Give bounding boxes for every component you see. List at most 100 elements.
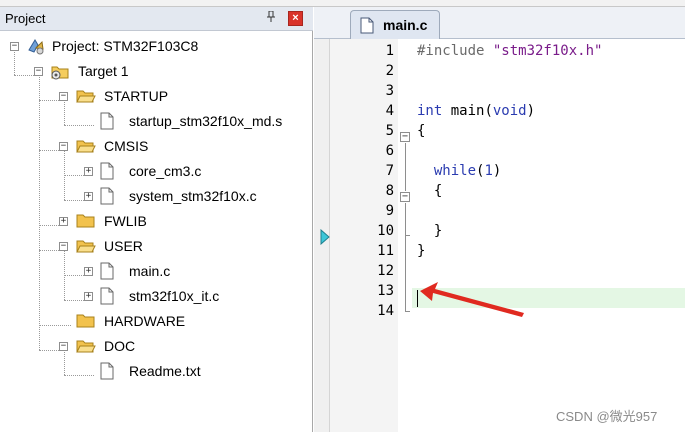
- pin-icon[interactable]: [266, 10, 276, 26]
- code-line-7: while(1): [417, 163, 501, 179]
- tree-label-group: CMSIS: [104, 138, 149, 154]
- line-number: 4: [385, 103, 394, 119]
- fold-end-tick: [405, 311, 410, 312]
- tree-label-group: DOC: [104, 338, 136, 354]
- collapse-toggle[interactable]: −: [59, 242, 68, 251]
- keyword-token: int: [417, 103, 443, 119]
- code-line-10: }: [417, 223, 442, 239]
- tree-label-group: STARTUP: [104, 88, 169, 104]
- file-icon: [99, 162, 115, 185]
- number-token: 1: [484, 163, 493, 179]
- collapse-toggle[interactable]: −: [10, 42, 19, 51]
- tree-label-file: startup_stm32f10x_md.s: [129, 113, 283, 129]
- code-line-5: {: [417, 123, 426, 139]
- collapse-toggle[interactable]: −: [59, 92, 68, 101]
- execution-marker-icon: [320, 229, 330, 245]
- code-token: main(: [442, 103, 493, 119]
- preprocessor-token: #include: [417, 43, 493, 59]
- line-number: 13: [377, 283, 394, 299]
- line-number: 12: [377, 263, 394, 279]
- line-number: 1: [385, 43, 394, 59]
- line-number: 10: [377, 223, 394, 239]
- keyword-token: void: [492, 103, 527, 119]
- tree-item-group-doc[interactable]: − DOC: [0, 335, 300, 357]
- folder-open-icon: [76, 238, 96, 259]
- tree-item-group-startup[interactable]: − STARTUP: [0, 85, 300, 107]
- tree-label-project: Project: STM32F103C8: [52, 38, 199, 54]
- code-line-4: int main(void): [417, 103, 535, 119]
- tree-label-group: USER: [104, 238, 143, 254]
- file-icon: [99, 187, 115, 210]
- fold-margin: − −: [398, 39, 412, 432]
- tree-item-file[interactable]: + system_stm32f10x.c: [0, 185, 300, 207]
- tree-item-target[interactable]: − Target 1: [0, 60, 300, 82]
- tree-item-group-user[interactable]: − USER: [0, 235, 300, 257]
- folder-closed-icon: [76, 213, 96, 234]
- editor-tab-bar: main.c: [314, 7, 685, 39]
- line-number: 5: [385, 123, 394, 139]
- expand-toggle[interactable]: +: [84, 192, 93, 201]
- line-number: 11: [377, 243, 394, 259]
- line-number: 3: [385, 83, 394, 99]
- project-panel: Project × − Project: STM32F103C8 − Targe…: [0, 7, 313, 432]
- expand-toggle[interactable]: +: [84, 292, 93, 301]
- expand-toggle[interactable]: +: [84, 267, 93, 276]
- code-token: }: [433, 223, 443, 239]
- tree-item-group-fwlib[interactable]: + FWLIB: [0, 210, 300, 232]
- code-token: ): [492, 163, 502, 179]
- target-icon: [50, 62, 70, 85]
- tree-item-project[interactable]: − Project: STM32F103C8: [0, 35, 300, 57]
- fold-toggle[interactable]: −: [400, 192, 410, 202]
- line-number: 7: [385, 163, 394, 179]
- folder-open-icon: [76, 138, 96, 159]
- tree-item-file[interactable]: + core_cm3.c: [0, 160, 300, 182]
- breakpoint-margin[interactable]: [314, 39, 330, 432]
- tree-label-file: stm32f10x_it.c: [129, 288, 220, 304]
- tree-label-file: system_stm32f10x.c: [129, 188, 257, 204]
- code-token: {: [433, 183, 443, 199]
- tree-item-file[interactable]: + stm32f10x_it.c: [0, 285, 300, 307]
- collapse-toggle[interactable]: −: [59, 342, 68, 351]
- file-icon: [99, 362, 115, 385]
- red-arrow-annotation: [420, 282, 524, 317]
- folder-closed-icon: [76, 313, 96, 334]
- expand-toggle[interactable]: +: [84, 167, 93, 176]
- tree-item-group-cmsis[interactable]: − CMSIS: [0, 135, 300, 157]
- watermark: CSDN @微光957: [556, 409, 658, 424]
- code-area[interactable]: #include "stm32f10x.h" int main(void) { …: [412, 39, 685, 432]
- project-panel-header: Project ×: [0, 7, 313, 31]
- tree-label-group: HARDWARE: [104, 313, 186, 329]
- file-icon: [99, 262, 115, 285]
- tree-item-file[interactable]: + main.c: [0, 260, 300, 282]
- fold-guide: [405, 143, 406, 191]
- fold-end-tick: [405, 235, 410, 236]
- tree-label-file: Readme.txt: [129, 363, 201, 379]
- folder-open-icon: [76, 338, 96, 359]
- fold-guide: [405, 203, 406, 311]
- tree-item-group-hardware[interactable]: HARDWARE: [0, 310, 300, 332]
- top-strip: [0, 0, 685, 7]
- close-panel-button[interactable]: ×: [288, 11, 303, 26]
- tab-main-c[interactable]: main.c: [350, 10, 440, 39]
- collapse-toggle[interactable]: −: [34, 67, 43, 76]
- line-number: 8: [385, 183, 394, 199]
- expand-toggle[interactable]: +: [59, 217, 68, 226]
- tree-item-file[interactable]: Readme.txt: [0, 360, 300, 382]
- project-icon: [26, 36, 46, 61]
- file-icon: [360, 17, 374, 39]
- tree-label-target: Target 1: [78, 63, 129, 79]
- tree-label-file: main.c: [129, 263, 171, 279]
- tree-item-file[interactable]: startup_stm32f10x_md.s: [0, 110, 310, 132]
- code-line-11: }: [417, 243, 426, 259]
- fold-toggle[interactable]: −: [400, 132, 410, 142]
- line-number: 2: [385, 63, 394, 79]
- folder-open-icon: [76, 88, 96, 109]
- line-number: 14: [377, 303, 394, 319]
- collapse-toggle[interactable]: −: [59, 142, 68, 151]
- line-number: 9: [385, 203, 394, 219]
- tab-label: main.c: [383, 17, 428, 33]
- project-tree: − Project: STM32F103C8 − Target 1 − STAR…: [0, 31, 313, 431]
- tree-label-file: core_cm3.c: [129, 163, 202, 179]
- line-number: 6: [385, 143, 394, 159]
- file-icon: [99, 287, 115, 310]
